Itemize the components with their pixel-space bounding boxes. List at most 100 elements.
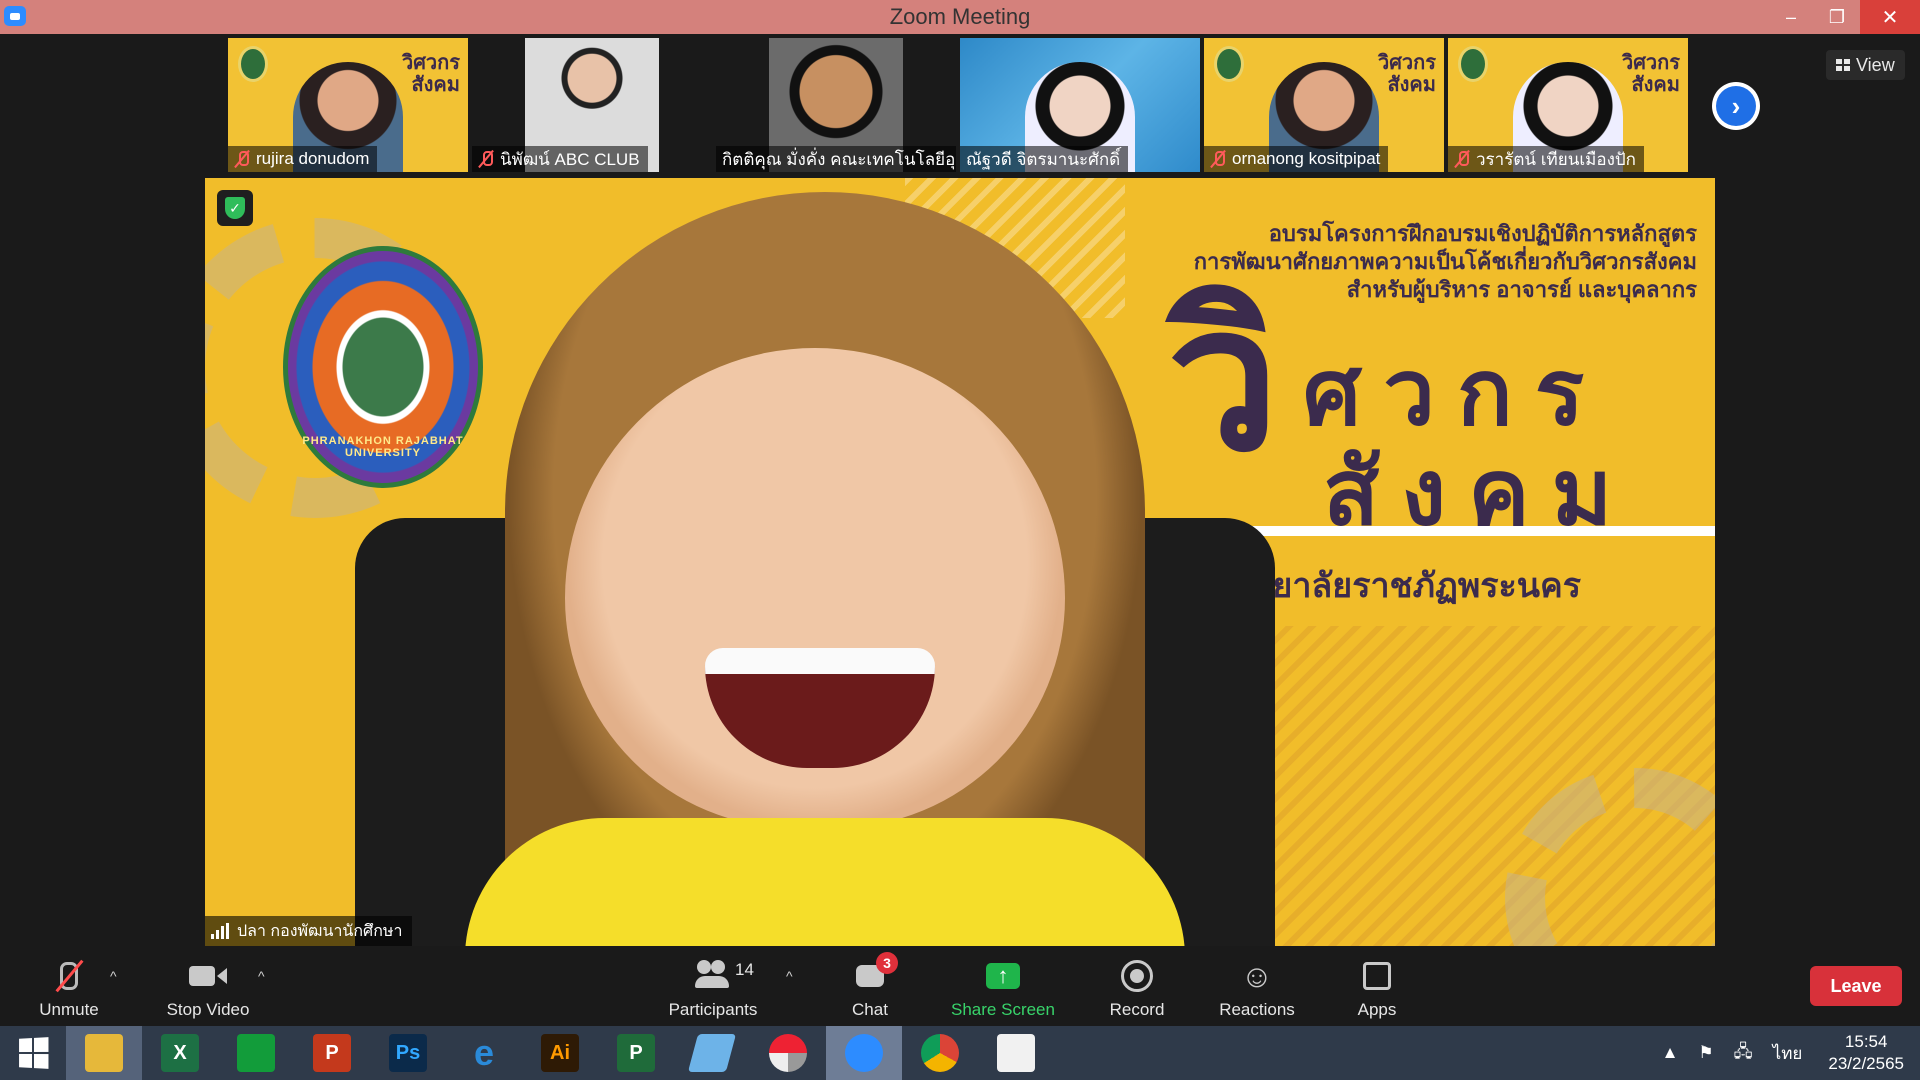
speaker-name-tag: ปลา กองพัฒนานักศึกษา bbox=[205, 916, 413, 946]
start-button[interactable] bbox=[0, 1026, 66, 1080]
participants-icon: 14 bbox=[693, 958, 754, 994]
mic-muted-icon bbox=[234, 150, 250, 168]
view-button[interactable]: View bbox=[1826, 50, 1905, 80]
audio-options-caret[interactable]: ^ bbox=[110, 968, 117, 984]
participant-name-label: ณัฐวดี จิตรมานะศักดิ์ bbox=[960, 146, 1129, 172]
window-title: Zoom Meeting bbox=[889, 4, 1031, 29]
participant-name: ณัฐวดี จิตรมานะศักดิ์ bbox=[966, 149, 1121, 169]
store-icon bbox=[237, 1034, 275, 1072]
participant-name: rujira donudom bbox=[256, 149, 370, 168]
record-button[interactable]: Record bbox=[1072, 946, 1202, 1026]
leave-button[interactable]: Leave bbox=[1810, 966, 1902, 1006]
taskbar-excel[interactable]: X bbox=[142, 1026, 218, 1080]
grid-view-icon bbox=[1836, 59, 1850, 71]
view-label: View bbox=[1856, 54, 1895, 75]
reactions-button[interactable]: Reactions bbox=[1192, 946, 1322, 1026]
participant-name-label: วรารัตน์ เทียนเมืองปัก bbox=[1448, 146, 1644, 172]
taskbar-project[interactable]: P bbox=[598, 1026, 674, 1080]
reactions-label: Reactions bbox=[1219, 1000, 1295, 1019]
share-screen-label: Share Screen bbox=[951, 1000, 1055, 1019]
windows-logo-icon bbox=[19, 1037, 49, 1069]
taskbar-paint[interactable] bbox=[978, 1026, 1054, 1080]
banner-line: สำหรับผู้บริหาร อาจารย์ และบุคลากร bbox=[1346, 277, 1697, 302]
taskbar-illustrator[interactable]: Ai bbox=[522, 1026, 598, 1080]
taskbar-chrome[interactable] bbox=[902, 1026, 978, 1080]
stop-video-button[interactable]: Stop Video bbox=[143, 946, 273, 1026]
taskbar-photoshop[interactable]: Ps bbox=[370, 1026, 446, 1080]
participant-tile[interactable]: วิศวกร สังคม วรารัตน์ เทียนเมืองปัก bbox=[1448, 38, 1688, 172]
taskbar-file-explorer[interactable] bbox=[66, 1026, 142, 1080]
title-bar: Zoom Meeting – ❐ ✕ bbox=[0, 0, 1920, 34]
reactions-icon bbox=[1237, 958, 1277, 994]
zoom-icon bbox=[845, 1034, 883, 1072]
taskbar-pen-app[interactable] bbox=[674, 1026, 750, 1080]
minimize-button[interactable]: – bbox=[1768, 0, 1814, 34]
tile-banner-text: วิศวกร สังคม bbox=[1621, 52, 1680, 96]
participant-name-label: ornanong kositpipat bbox=[1204, 146, 1389, 172]
clock-date: 23/2/2565 bbox=[1828, 1054, 1904, 1073]
pen-icon bbox=[687, 1034, 737, 1072]
photoscape-icon bbox=[769, 1034, 807, 1072]
participants-options-caret[interactable]: ^ bbox=[786, 968, 793, 984]
participants-count: 14 bbox=[735, 960, 754, 979]
participant-name-label: กิตติคุณ มั่งคั่ง คณะเทคโนโลยีอุ... bbox=[716, 146, 956, 172]
next-page-button[interactable]: › bbox=[1712, 82, 1760, 130]
shield-check-icon: ✓ bbox=[225, 197, 245, 219]
chrome-icon bbox=[921, 1034, 959, 1072]
language-indicator[interactable]: ไทย bbox=[1763, 1040, 1813, 1067]
internet-explorer-icon: e bbox=[473, 1032, 495, 1073]
encryption-shield-button[interactable]: ✓ bbox=[217, 190, 253, 226]
participant-tile[interactable]: นิพัฒน์ ABC CLUB bbox=[472, 38, 712, 172]
chevron-right-icon: › bbox=[1716, 86, 1756, 126]
microphone-muted-icon bbox=[49, 958, 89, 994]
active-speaker-video[interactable]: PHRANAKHON RAJABHAT UNIVERSITY อบรมโครงก… bbox=[205, 178, 1715, 946]
video-options-caret[interactable]: ^ bbox=[258, 968, 265, 984]
photoshop-icon: Ps bbox=[389, 1034, 427, 1072]
participants-button[interactable]: 14 Participants bbox=[648, 946, 778, 1026]
taskbar-photoscape[interactable] bbox=[750, 1026, 826, 1080]
chat-icon: 3 bbox=[850, 952, 898, 994]
university-seal-icon bbox=[1214, 46, 1244, 82]
stop-video-label: Stop Video bbox=[166, 1000, 250, 1019]
windows-taskbar: X P Ps e Ai P ▲ ⚑ 🖧 ไทย 15:54 23/2/2565 bbox=[0, 1026, 1920, 1080]
participant-tile[interactable]: วิศวกร สังคม rujira donudom bbox=[228, 38, 468, 172]
participant-name: นิพัฒน์ ABC CLUB bbox=[500, 149, 640, 169]
university-seal-icon bbox=[238, 46, 268, 82]
taskbar-publisher[interactable] bbox=[218, 1026, 294, 1080]
unmute-button[interactable]: Unmute bbox=[4, 946, 134, 1026]
record-label: Record bbox=[1109, 1000, 1165, 1019]
taskbar-powerpoint[interactable]: P bbox=[294, 1026, 370, 1080]
show-hidden-icons-button[interactable]: ▲ bbox=[1652, 1043, 1689, 1063]
zoom-logo-icon bbox=[4, 6, 26, 26]
chat-button[interactable]: 3 Chat bbox=[805, 946, 935, 1026]
participant-tile[interactable]: วิศวกร สังคม ornanong kositpipat bbox=[1204, 38, 1444, 172]
mic-muted-icon bbox=[1210, 150, 1226, 168]
participant-tile[interactable]: ณัฐวดี จิตรมานะศักดิ์ bbox=[960, 38, 1200, 172]
speaker-name: ปลา กองพัฒนานักศึกษา bbox=[237, 922, 403, 940]
speaker-shirt bbox=[465, 818, 1185, 946]
action-center-flag-icon[interactable]: ⚑ bbox=[1688, 1043, 1723, 1063]
clock-time: 15:54 bbox=[1844, 1032, 1888, 1051]
project-icon: P bbox=[617, 1034, 655, 1072]
powerpoint-icon: P bbox=[313, 1034, 351, 1072]
university-seal-text: PHRANAKHON RAJABHAT UNIVERSITY bbox=[302, 435, 464, 459]
taskbar-internet-explorer[interactable]: e bbox=[446, 1026, 522, 1080]
university-seal-icon bbox=[1458, 46, 1488, 82]
record-icon bbox=[1117, 958, 1157, 994]
video-camera-icon bbox=[188, 958, 228, 994]
participant-tile[interactable]: กิตติคุณ มั่งคั่ง คณะเทคโนโลยีอุ... bbox=[716, 38, 956, 172]
clock[interactable]: 15:54 23/2/2565 bbox=[1812, 1031, 1920, 1075]
signal-strength-icon bbox=[211, 923, 229, 939]
taskbar-zoom[interactable] bbox=[826, 1026, 902, 1080]
participants-label: Participants bbox=[668, 1000, 758, 1019]
apps-button[interactable]: Apps bbox=[1312, 946, 1442, 1026]
share-screen-button[interactable]: Share Screen bbox=[938, 946, 1068, 1026]
system-tray: ▲ ⚑ 🖧 ไทย 15:54 23/2/2565 bbox=[1652, 1026, 1920, 1080]
participant-gallery: วิศวกร สังคม rujira donudom นิพัฒน์ ABC C… bbox=[228, 38, 1692, 172]
restore-button[interactable]: ❐ bbox=[1814, 0, 1860, 34]
participant-name: วรารัตน์ เทียนเมืองปัก bbox=[1476, 149, 1636, 169]
close-button[interactable]: ✕ bbox=[1860, 0, 1920, 34]
network-icon[interactable]: 🖧 bbox=[1724, 1039, 1763, 1068]
mic-muted-icon bbox=[1454, 150, 1470, 168]
paint-icon bbox=[997, 1034, 1035, 1072]
